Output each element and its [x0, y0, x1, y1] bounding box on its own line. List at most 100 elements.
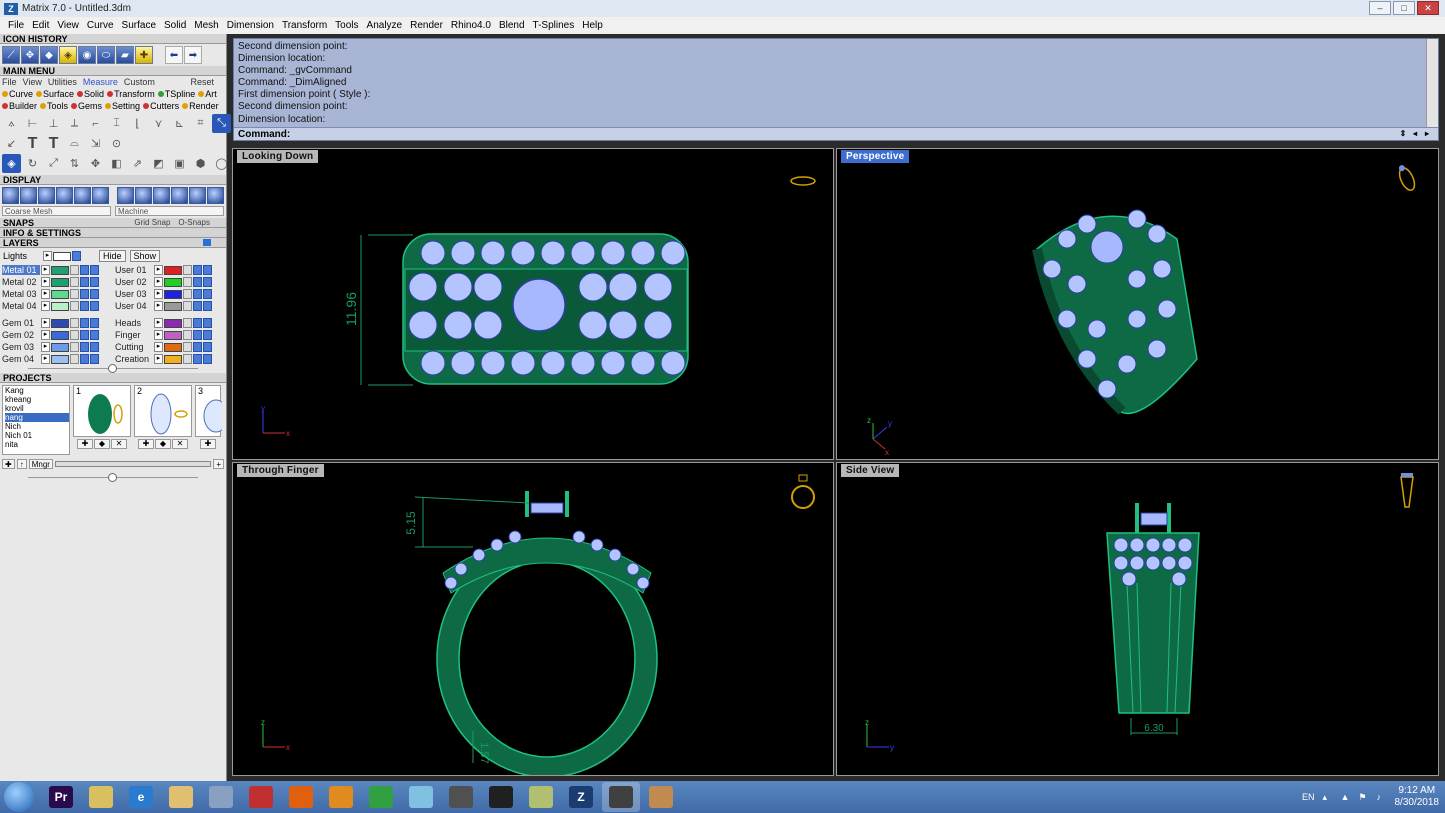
project-list-item[interactable]: kheang	[5, 395, 69, 404]
layer-color-swatch[interactable]	[51, 342, 69, 352]
material-custom-icon[interactable]	[189, 187, 206, 204]
layer-color-swatch[interactable]	[164, 342, 182, 352]
history-solid-icon[interactable]: ▰	[116, 46, 134, 64]
layer-arrow-icon[interactable]: ▸	[41, 330, 50, 340]
leader-icon[interactable]: ↙	[2, 134, 21, 153]
thumb1-add-button[interactable]: ✚	[77, 439, 93, 449]
project-list-item[interactable]: nita	[5, 440, 69, 449]
layer-lock-icon[interactable]	[70, 301, 79, 311]
project-list-item[interactable]: Kang	[5, 386, 69, 395]
layer-lock-icon[interactable]	[70, 318, 79, 328]
category-render[interactable]: Render	[182, 100, 219, 112]
layer-name[interactable]: Heads	[115, 318, 153, 328]
menu-solid[interactable]: Solid	[160, 20, 190, 31]
o-snaps-toggle[interactable]: O-Snaps	[178, 218, 210, 228]
hide-button[interactable]: Hide	[99, 250, 126, 262]
history-gem-icon[interactable]: ◆	[40, 46, 58, 64]
category-solid[interactable]: Solid	[77, 88, 104, 100]
layer-arrow-icon[interactable]: ▸	[154, 277, 163, 287]
menu-transform[interactable]: Transform	[278, 20, 331, 31]
layer-render-icon[interactable]	[203, 289, 212, 299]
project-manager-button[interactable]: Mngr	[28, 459, 53, 469]
layer-render-icon[interactable]	[90, 289, 99, 299]
command-spin-icon[interactable]: ⇕	[1398, 129, 1408, 138]
layer-render-icon[interactable]	[90, 301, 99, 311]
layer-row[interactable]: Gem 03 ▸	[2, 341, 111, 353]
layer-visibility-icon[interactable]	[193, 265, 202, 275]
taskbar-app-11[interactable]	[442, 782, 480, 812]
project-list-item[interactable]: krovil	[5, 404, 69, 413]
layer-color-swatch[interactable]	[51, 301, 69, 311]
layer-color-swatch[interactable]	[51, 330, 69, 340]
tray-expand-icon[interactable]: ▴	[1323, 792, 1333, 802]
layer-lock-icon[interactable]	[183, 354, 192, 364]
lights-arrow-icon[interactable]: ▸	[43, 251, 52, 261]
tab-utilities[interactable]: Utilities	[48, 77, 77, 87]
viewport-title-perspective[interactable]: Perspective	[841, 150, 910, 163]
display-technical-icon[interactable]	[92, 187, 109, 204]
history-forward-icon[interactable]: ➡	[184, 46, 202, 64]
display-xray-icon[interactable]	[74, 187, 91, 204]
dim-angle-icon[interactable]: ⟑	[2, 114, 21, 133]
category-tools[interactable]: Tools	[40, 100, 68, 112]
clock[interactable]: 9:12 AM 8/30/2018	[1395, 785, 1440, 809]
taskbar-app-1[interactable]: Pr	[42, 782, 80, 812]
layer-arrow-icon[interactable]: ▸	[154, 354, 163, 364]
layer-name[interactable]: Gem 02	[2, 330, 40, 340]
boolean-tool-icon[interactable]: ⬢	[191, 154, 210, 173]
layer-visibility-icon[interactable]	[193, 342, 202, 352]
material-gem-icon[interactable]	[171, 187, 188, 204]
category-curve[interactable]: Curve	[2, 88, 33, 100]
dim-rotated-icon[interactable]: ⌶	[107, 114, 126, 133]
viewport-perspective[interactable]: z y x Perspective	[836, 148, 1439, 460]
layer-render-icon[interactable]	[203, 265, 212, 275]
tray-volume-icon[interactable]: ♪	[1377, 792, 1387, 802]
layer-color-swatch[interactable]	[51, 318, 69, 328]
material-silver-icon[interactable]	[153, 187, 170, 204]
command-history-scrollbar[interactable]	[1426, 39, 1438, 127]
layer-color-swatch[interactable]	[164, 301, 182, 311]
dim-ordinate-icon[interactable]: ⌐	[86, 114, 105, 133]
layer-name[interactable]: User 02	[115, 277, 153, 287]
history-surface-icon[interactable]: ⬭	[97, 46, 115, 64]
dim-active-icon[interactable]: ⤡	[212, 114, 231, 133]
layer-render-icon[interactable]	[90, 342, 99, 352]
dim-horizontal-icon[interactable]: ⊢	[23, 114, 42, 133]
gem-tool-icon[interactable]: ◈	[2, 154, 21, 173]
layers-options-icon[interactable]	[203, 239, 211, 246]
display-wireframe-icon[interactable]	[2, 187, 19, 204]
layer-render-icon[interactable]	[203, 354, 212, 364]
layer-row[interactable]: Gem 02 ▸	[2, 329, 111, 341]
layer-lock-icon[interactable]	[183, 289, 192, 299]
layer-name[interactable]: Finger	[115, 330, 153, 340]
text-bold-icon[interactable]: T	[44, 134, 63, 153]
category-tspline[interactable]: TSpline	[157, 88, 195, 100]
layer-color-swatch[interactable]	[51, 265, 69, 275]
menu-file[interactable]: File	[4, 20, 28, 31]
history-ring-icon[interactable]: ◉	[78, 46, 96, 64]
layer-visibility-icon[interactable]	[193, 289, 202, 299]
taskbar-app-12[interactable]	[482, 782, 520, 812]
layer-row[interactable]: Gem 04 ▸	[2, 353, 111, 365]
circle-tool-icon[interactable]: ◯	[212, 154, 231, 173]
layer-name[interactable]: Metal 04	[2, 301, 40, 311]
layers-header[interactable]: LAYERS	[0, 238, 226, 248]
layer-row[interactable]: Cutting ▸	[115, 341, 224, 353]
display-mode-select[interactable]: Coarse Mesh	[2, 206, 111, 216]
layer-arrow-icon[interactable]: ▸	[41, 318, 50, 328]
thumb3-add-button[interactable]: ✚	[200, 439, 216, 449]
menu-surface[interactable]: Surface	[118, 20, 160, 31]
layer-render-icon[interactable]	[203, 330, 212, 340]
dim-aligned-icon[interactable]: ⟂	[65, 114, 84, 133]
history-move-icon[interactable]: ✥	[21, 46, 39, 64]
layer-visibility-icon[interactable]	[80, 318, 89, 328]
project-list-item[interactable]: Nich	[5, 422, 69, 431]
layer-color-swatch[interactable]	[51, 354, 69, 364]
layer-lock-icon[interactable]	[183, 277, 192, 287]
layer-visibility-icon[interactable]	[80, 301, 89, 311]
expand-projects-icon[interactable]	[108, 473, 117, 482]
lights-swatch[interactable]	[53, 251, 71, 261]
info-settings-header[interactable]: INFO & SETTINGS	[0, 228, 226, 238]
display-header[interactable]: DISPLAY	[0, 175, 226, 185]
category-builder[interactable]: Builder	[2, 100, 37, 112]
